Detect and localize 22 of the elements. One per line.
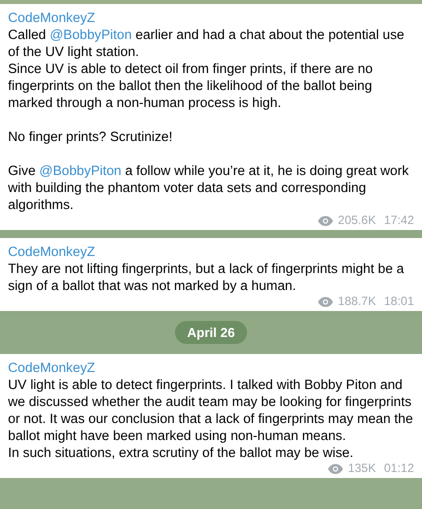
message-text: In such situations, extra scrutiny of the ballot may be wise. xyxy=(8,444,354,461)
mention-link[interactable]: @BobbyPiton xyxy=(50,27,132,42)
message-text: UV light is able to detect fingerprints. I talked with Bobby Piton and we discussed whether the audit team may be looking for fingerprints or not. It was our conclusion that a lack of fingerprints may mean the ballot might have been marked using non-human means. xyxy=(8,376,414,444)
date-badge: April 26 xyxy=(175,321,247,344)
message-text: Give @BobbyPiton a follow while you’re at it, he is doing great work with building the phantom voter data sets and corresponding algorithms. xyxy=(8,162,410,213)
author-name: CodeMonkeyZ xyxy=(8,9,96,26)
author-name: CodeMonkeyZ xyxy=(8,243,96,260)
eye-icon xyxy=(318,296,333,306)
message-time: 18:01 xyxy=(384,294,414,309)
author-name: CodeMonkeyZ xyxy=(8,359,96,376)
eye-icon xyxy=(328,464,343,474)
mention-link[interactable]: @BobbyPiton xyxy=(39,163,122,178)
message-time: 17:42 xyxy=(384,213,414,228)
message-text: Called @BobbyPiton earlier and had a chat about the potential use of the UV light station. xyxy=(8,26,406,60)
view-count: 135K xyxy=(348,461,376,476)
message-text: Since UV is able to detect oil from finger prints, if there are no fingerprints on the ballot then the likelihood of the ballot being marked through a non-human process is high. xyxy=(8,60,374,111)
message-time: 01:12 xyxy=(384,461,414,476)
view-count: 188.7K xyxy=(338,294,376,309)
message-text: They are not lifting fingerprints, but a lack of fingerprints might be a sign of a ballot that was not marked by a human. xyxy=(8,260,405,294)
view-count: 205.6K xyxy=(338,213,376,228)
message-text: No finger prints? Scrutinize! xyxy=(8,128,174,145)
eye-icon xyxy=(318,216,333,226)
